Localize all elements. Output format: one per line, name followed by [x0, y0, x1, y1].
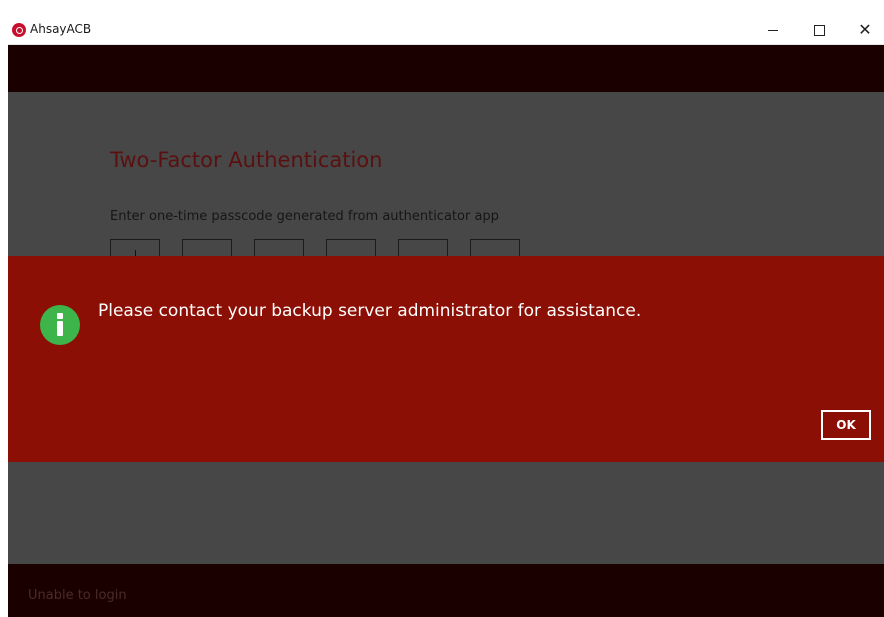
close-icon: ✕: [858, 20, 872, 39]
message-dialog: Please contact your backup server admini…: [8, 256, 884, 462]
minimize-icon: [768, 29, 778, 31]
close-button[interactable]: ✕: [842, 16, 884, 44]
ahsay-logo-icon: [12, 23, 26, 37]
app-window: AhsayACB ✕ Two-Factor Authentication Ent…: [8, 16, 884, 617]
info-icon: [40, 305, 80, 345]
dialog-message: Please contact your backup server admini…: [98, 301, 642, 321]
window-title: AhsayACB: [30, 22, 92, 36]
info-icon-dot: [57, 313, 63, 319]
maximize-icon: [813, 24, 825, 36]
status-bar: Unable to login: [8, 564, 884, 617]
maximize-button[interactable]: [796, 16, 842, 44]
title-bar: AhsayACB ✕: [8, 16, 884, 45]
page-title: Two-Factor Authentication: [110, 148, 383, 172]
ok-button[interactable]: OK: [821, 410, 871, 440]
header-band: [8, 45, 884, 92]
passcode-instruction: Enter one-time passcode generated from a…: [110, 209, 499, 224]
info-icon-stem: [57, 321, 63, 336]
status-message: Unable to login: [28, 588, 127, 603]
minimize-button[interactable]: [750, 16, 796, 44]
